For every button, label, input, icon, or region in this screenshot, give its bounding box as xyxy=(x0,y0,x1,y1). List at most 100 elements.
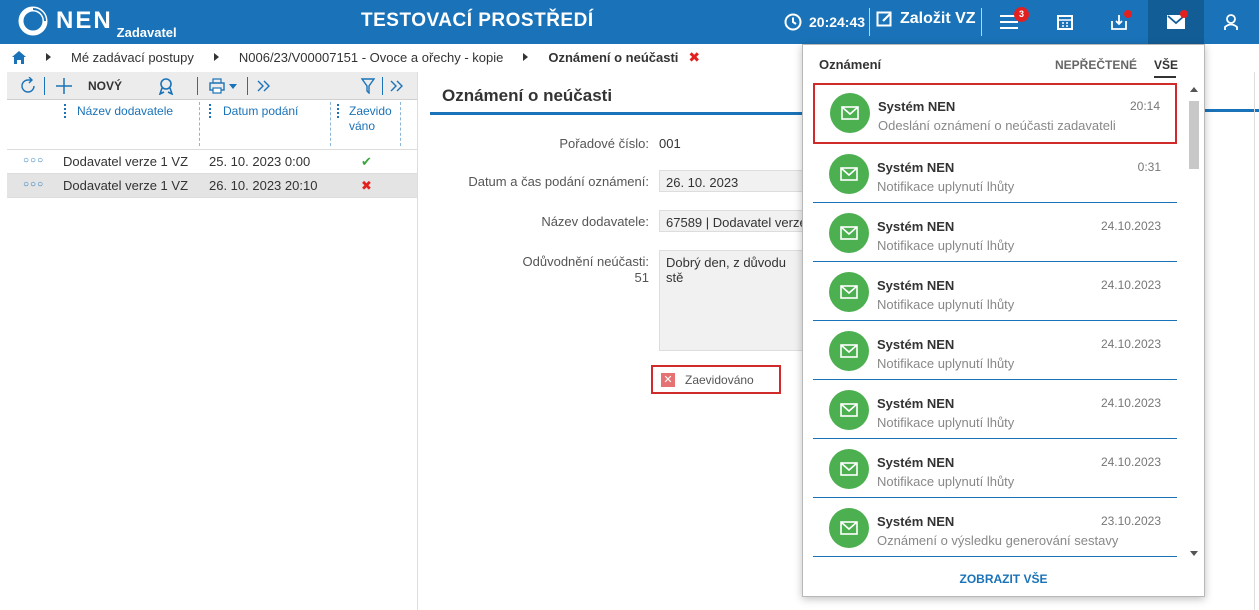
notification-item[interactable]: Systém NEN 24.10.2023 Notifikace uplynut… xyxy=(813,321,1177,380)
filter-button[interactable] xyxy=(361,72,375,100)
justification-textarea[interactable]: Dobrý den, z důvodu stě xyxy=(659,250,811,351)
notification-time: 23.10.2023 xyxy=(1100,514,1161,528)
messages-button[interactable] xyxy=(1148,0,1204,44)
inbox-dot xyxy=(1124,10,1132,18)
double-chevron-right-icon xyxy=(390,80,403,92)
grid-header: Název dodavatele Datum podání Zaevido vá… xyxy=(7,100,417,150)
mail-icon xyxy=(829,331,869,371)
close-tab-icon[interactable]: ✖ xyxy=(688,49,700,66)
breadcrumb-item[interactable]: N006/23/V00007151 - Ovoce a ořechy - kop… xyxy=(239,50,504,65)
calendar-button[interactable] xyxy=(1037,0,1093,44)
expand-button[interactable] xyxy=(257,72,271,100)
user-button[interactable] xyxy=(1203,0,1259,44)
justification-char-count: 51 xyxy=(634,270,649,285)
page-title: Oznámení o neúčasti xyxy=(442,86,613,105)
notification-text: Notifikace uplynutí lhůty xyxy=(877,297,1015,312)
notification-time: 24.10.2023 xyxy=(1100,337,1161,351)
notification-item[interactable]: Systém NEN 0:31 Notifikace uplynutí lhůt… xyxy=(813,144,1177,203)
cross-icon: ✖ xyxy=(361,178,372,193)
notification-item[interactable]: Systém NEN 24.10.2023 Notifikace uplynut… xyxy=(813,380,1177,439)
double-chevron-right-icon xyxy=(257,80,270,92)
notification-text: Oznámení o výsledku generování sestavy xyxy=(877,533,1119,548)
tab-all[interactable]: VŠE xyxy=(1154,58,1178,72)
print-icon xyxy=(209,78,225,94)
table-row[interactable]: ○○○ Dodavatel verze 1 VZ 25. 10. 2023 0:… xyxy=(7,150,417,174)
notification-time: 24.10.2023 xyxy=(1100,455,1161,469)
award-button[interactable] xyxy=(157,72,175,100)
menu-badge: 3 xyxy=(1014,7,1029,22)
collapse-panel-button[interactable] xyxy=(390,72,404,100)
scrollbar-thumb[interactable] xyxy=(1189,101,1199,169)
show-all-link[interactable]: ZOBRAZIT VŠE xyxy=(803,572,1204,586)
divider xyxy=(869,8,870,36)
column-menu-icon[interactable] xyxy=(64,104,66,118)
table-row[interactable]: ○○○ Dodavatel verze 1 VZ 26. 10. 2023 20… xyxy=(7,174,417,198)
notification-item[interactable]: Systém NEN 23.10.2023 Oznámení o výsledk… xyxy=(813,498,1177,557)
chevron-right-icon xyxy=(46,53,51,61)
notification-text: Odeslání oznámení o neúčasti zadavateli xyxy=(878,118,1116,133)
notification-item[interactable]: Systém NEN 20:14 Odeslání oznámení o neú… xyxy=(813,83,1177,144)
clock-icon xyxy=(784,13,802,31)
panel-border xyxy=(1254,72,1255,610)
row-menu-icon[interactable]: ○○○ xyxy=(23,179,44,190)
row-menu-icon[interactable]: ○○○ xyxy=(23,155,44,166)
submission-datetime-field[interactable]: 26. 10. 2023 xyxy=(659,170,811,192)
tab-unread[interactable]: NEPŘEČTENÉ xyxy=(1055,58,1137,72)
notifications-scrollbar[interactable] xyxy=(1187,83,1201,561)
refresh-button[interactable] xyxy=(19,72,37,100)
nen-logo[interactable]: NEN Zadavatel xyxy=(18,6,177,40)
column-header-date[interactable]: Datum podání xyxy=(223,104,298,119)
column-menu-icon[interactable] xyxy=(337,104,339,118)
new-button[interactable]: NOVÝ xyxy=(56,72,122,100)
inbox-button[interactable] xyxy=(1091,0,1147,44)
home-icon[interactable] xyxy=(12,50,26,64)
column-menu-icon[interactable] xyxy=(209,104,211,118)
award-icon xyxy=(158,78,174,95)
user-icon xyxy=(1224,14,1238,30)
edit-icon xyxy=(876,11,892,27)
submission-date: 25. 10. 2023 0:00 xyxy=(209,154,311,169)
notification-sender: Systém NEN xyxy=(877,160,955,175)
column-header-registered[interactable]: Zaevido váno xyxy=(349,104,397,134)
registered-checkbox[interactable]: ✕ Zaevidováno xyxy=(651,365,781,394)
notification-item[interactable]: Systém NEN 24.10.2023 Notifikace uplynut… xyxy=(813,262,1177,321)
environment-title: TESTOVACÍ PROSTŘEDÍ xyxy=(361,10,594,31)
column-header-supplier[interactable]: Název dodavatele xyxy=(77,104,173,119)
mail-icon xyxy=(829,390,869,430)
menu-button[interactable]: 3 xyxy=(981,0,1037,44)
mail-icon xyxy=(829,449,869,489)
title-underline-continuation xyxy=(1204,109,1259,112)
notification-item[interactable]: Systém NEN 24.10.2023 Notifikace uplynut… xyxy=(813,203,1177,262)
notification-time: 0:31 xyxy=(1137,160,1161,174)
notification-sender: Systém NEN xyxy=(877,278,955,293)
print-button[interactable] xyxy=(209,72,237,100)
chevron-right-icon xyxy=(523,53,529,61)
logo-text: NEN xyxy=(56,7,113,34)
column-divider xyxy=(400,102,401,146)
breadcrumb: Mé zadávací postupy N006/23/V00007151 - … xyxy=(0,44,810,70)
notification-time: 24.10.2023 xyxy=(1100,396,1161,410)
unchecked-x-icon: ✕ xyxy=(661,372,675,387)
filter-icon xyxy=(361,78,375,94)
scroll-down-icon[interactable] xyxy=(1190,551,1198,556)
notification-time: 24.10.2023 xyxy=(1100,219,1161,233)
detail-panel: Oznámení o neúčasti Pořadové číslo: 001 … xyxy=(430,72,811,610)
notification-item[interactable]: Systém NEN 24.10.2023 Notifikace uplynut… xyxy=(813,439,1177,498)
notification-text: Notifikace uplynutí lhůty xyxy=(877,179,1015,194)
notifications-title: Oznámení xyxy=(819,57,882,72)
breadcrumb-item[interactable]: Mé zadávací postupy xyxy=(71,50,194,65)
mail-icon xyxy=(829,272,869,312)
calendar-icon xyxy=(1057,15,1073,30)
scroll-up-icon[interactable] xyxy=(1190,87,1198,92)
notification-text: Notifikace uplynutí lhůty xyxy=(877,238,1015,253)
chevron-right-icon xyxy=(213,53,219,61)
messages-dot xyxy=(1180,10,1188,18)
column-divider xyxy=(199,102,200,146)
order-number-value: 001 xyxy=(659,136,681,151)
supplier-name-field[interactable]: 67589 | Dodavatel verze xyxy=(659,210,811,232)
registered-label: Zaevidováno xyxy=(685,372,754,387)
breadcrumb-current: Oznámení o neúčasti xyxy=(548,49,679,65)
create-vz-button[interactable]: Založit VZ xyxy=(876,10,976,28)
divider xyxy=(382,77,383,95)
submission-datetime-label: Datum a čas podání oznámení: xyxy=(468,174,649,189)
